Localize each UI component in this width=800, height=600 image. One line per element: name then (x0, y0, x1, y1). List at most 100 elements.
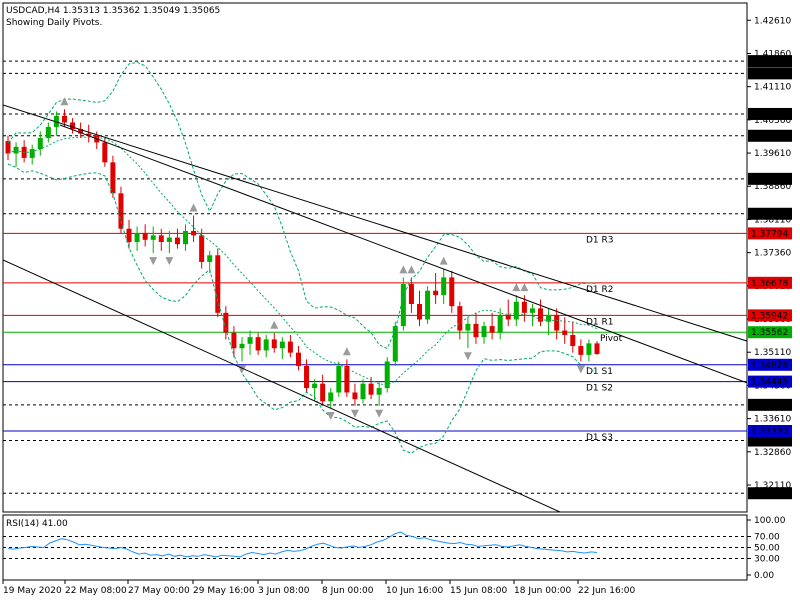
candle-body (376, 388, 382, 395)
pivot-name-label: D1 R1 (586, 317, 614, 327)
fractal-up-marker (512, 283, 521, 292)
fractal-down-marker (375, 409, 384, 418)
candle-body (37, 137, 43, 150)
level-price-label: 1.39027 (751, 175, 788, 185)
candle-body (150, 235, 156, 240)
pivot-price-label: 1.34826 (751, 361, 788, 371)
candle-body (191, 230, 197, 236)
pivot-name-label: D1 S1 (586, 367, 613, 377)
trend-line (59, 124, 747, 384)
fractal-up-marker (399, 265, 408, 274)
rsi-line (7, 531, 598, 558)
pivot-price-label: 1.37794 (751, 229, 788, 239)
level-price-label: 1.40000 (751, 132, 788, 142)
time-tick-label: 8 Jun 00:00 (322, 586, 374, 596)
candle-body (594, 343, 600, 354)
candle-body (352, 392, 358, 400)
level-price-label: 1.38238 (751, 210, 788, 220)
candle-body (239, 343, 245, 349)
candle-body (465, 323, 471, 331)
time-tick-label: 18 Jun 00:00 (514, 586, 571, 596)
price-tick-label: 1.42610 (754, 16, 791, 26)
candle-body (328, 392, 334, 402)
fractal-up-marker (342, 347, 351, 356)
candle-body (320, 383, 326, 402)
candle-body (166, 237, 172, 243)
level-price-label: 1.31924 (751, 489, 788, 499)
candle-body (473, 323, 479, 338)
price-tick-label: 1.32860 (754, 448, 791, 458)
time-tick-label: 19 May 2020 (3, 586, 62, 596)
pivot-price-label: 1.33330 (751, 427, 788, 437)
candle-body (70, 122, 76, 130)
rsi-tick-label: 30.00 (754, 555, 780, 565)
rsi-tick-label: 70.00 (754, 533, 780, 543)
candle-body (312, 383, 318, 389)
fractal-down-marker (576, 365, 585, 374)
trend-line (3, 104, 747, 342)
candle-body (231, 332, 237, 349)
fractal-down-marker (149, 257, 158, 266)
rsi-tick-label: 100.00 (754, 516, 786, 526)
pivots-note: Showing Daily Pivots. (6, 18, 102, 28)
candle-body (497, 315, 503, 333)
candle-body (61, 115, 67, 123)
candle-body (263, 339, 269, 351)
candles (5, 109, 600, 408)
candle-body (505, 315, 511, 320)
level-price-label: 1.40493 (751, 110, 788, 120)
candle-body (529, 308, 535, 313)
candle-body (247, 337, 253, 344)
candle-body (416, 303, 422, 320)
time-tick-label: 27 May 00:00 (128, 586, 190, 596)
candle-body (142, 233, 148, 240)
level-price-label: 1.41410 (751, 69, 788, 79)
level-price-label: 1.33921 (751, 401, 788, 411)
candle-body (336, 365, 342, 393)
candle-body (134, 233, 140, 243)
candle-body (118, 193, 124, 229)
pivot-price-label: 1.34446 (751, 378, 788, 388)
candle-body (271, 339, 277, 349)
candle-body (481, 326, 487, 338)
main-panel-frame (2, 2, 748, 513)
candle-body (29, 149, 35, 158)
pivot-price-label: 1.35942 (751, 311, 788, 321)
candle-body (199, 235, 205, 262)
fractal-up-marker (439, 256, 448, 265)
candle-body (521, 301, 527, 313)
candle-body (400, 284, 406, 327)
candle-body (425, 290, 431, 320)
fractal-down-marker (326, 411, 335, 420)
pivot-price-label: 1.35562 (751, 328, 788, 338)
candle-body (457, 306, 463, 331)
time-tick-label: 22 May 08:00 (65, 586, 127, 596)
candle-body (215, 255, 221, 313)
candle-body (279, 341, 285, 349)
candle-body (368, 383, 374, 395)
level-price-label: 1.41687 (751, 57, 788, 67)
candle-body (304, 365, 310, 389)
price-tick-label: 1.37360 (754, 249, 791, 259)
time-tick-label: 29 May 16:00 (193, 586, 255, 596)
candle-body (295, 352, 301, 366)
candle-body (360, 383, 366, 400)
price-tick-label: 1.33610 (754, 415, 791, 425)
candle-body (586, 343, 592, 355)
price-tick-label: 1.39610 (754, 149, 791, 159)
fractal-up-marker (520, 283, 529, 292)
candle-body (554, 315, 560, 331)
candle-body (449, 277, 455, 307)
fractal-up-marker (60, 97, 69, 106)
fractal-down-marker (165, 257, 174, 266)
level-price-label: 1.33115 (751, 437, 788, 447)
candle-body (433, 290, 439, 296)
candle-body (102, 142, 108, 163)
rsi-label: RSI(14) 41.00 (6, 519, 68, 529)
time-tick-label: 22 Jun 16:00 (578, 586, 635, 596)
candle-body (513, 301, 519, 320)
time-tick-label: 15 Jun 08:00 (450, 586, 507, 596)
fractal-up-marker (189, 203, 198, 212)
fractal-down-marker (463, 352, 472, 361)
candle-body (158, 235, 164, 243)
